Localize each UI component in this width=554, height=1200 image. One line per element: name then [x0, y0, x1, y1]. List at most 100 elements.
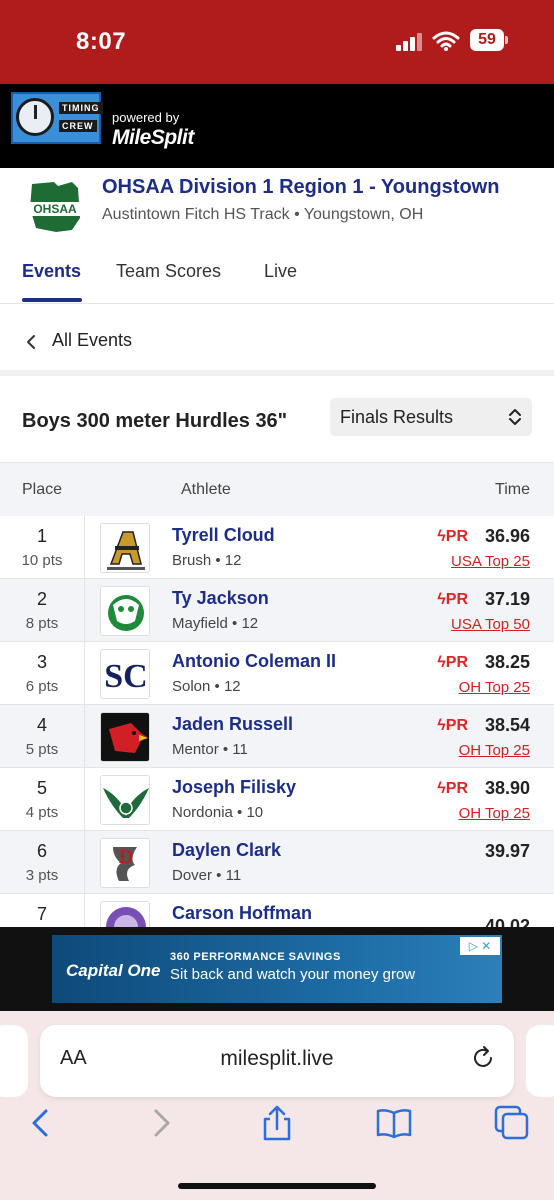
- milesplit-logo[interactable]: MileSplit: [112, 126, 194, 150]
- divider: [84, 894, 85, 927]
- table-row[interactable]: 6 3 pts D Daylen Clark Dover • 11 39.97: [0, 831, 554, 894]
- bookmarks-icon[interactable]: [374, 1103, 414, 1143]
- header-place: Place: [22, 481, 63, 498]
- divider: [84, 768, 85, 831]
- pr-badge: ϟPR: [437, 528, 468, 545]
- athlete-school: Dover • 11: [172, 867, 242, 884]
- url-text: milesplit.live: [220, 1047, 334, 1070]
- powered-by-label: powered by: [112, 110, 180, 125]
- home-indicator: [178, 1183, 376, 1189]
- athlete-name[interactable]: Ty Jackson: [172, 588, 269, 609]
- team-logo-mentor: [100, 712, 150, 762]
- place: 5: [36, 778, 47, 798]
- chevron-left-icon: [27, 335, 35, 349]
- tab-events[interactable]: Events: [22, 261, 81, 282]
- result-time: 40.02: [484, 916, 530, 927]
- forward-icon[interactable]: [140, 1103, 180, 1143]
- athlete-school: Mentor • 11: [172, 741, 248, 758]
- athlete-school: Solon • 12: [172, 678, 241, 695]
- divider: [84, 642, 85, 705]
- battery-tip: [505, 36, 508, 44]
- result-time: 38.25: [484, 652, 530, 672]
- divider: [84, 516, 85, 579]
- ranking-link[interactable]: OH Top 25: [459, 679, 530, 696]
- tab-live[interactable]: Live: [264, 261, 297, 282]
- timing-crew-logo: TIMING CREW: [11, 92, 103, 144]
- place: 1: [36, 526, 47, 546]
- result-time: 37.19: [484, 589, 530, 609]
- points: 4 pts: [25, 804, 59, 821]
- table-row[interactable]: 2 8 pts Ty Jackson Mayfield • 12 ϟPR 37.…: [0, 579, 554, 642]
- status-bar: 8:07 59: [0, 0, 554, 84]
- pr-badge: ϟPR: [437, 780, 468, 797]
- athlete-school: Brush • 12: [172, 552, 242, 569]
- points: 6 pts: [25, 678, 59, 695]
- place: 2: [36, 589, 47, 609]
- table-row[interactable]: 7 Carson Hoffman 40.02: [0, 894, 554, 927]
- athlete-name[interactable]: Carson Hoffman: [172, 903, 312, 924]
- wifi-icon: [432, 31, 460, 51]
- athlete-name[interactable]: Joseph Filisky: [172, 777, 296, 798]
- tab-team-scores[interactable]: Team Scores: [116, 261, 221, 282]
- place: 4: [36, 715, 47, 735]
- table-row[interactable]: 1 10 pts Tyrell Cloud Brush • 12 ϟPR 36.…: [0, 516, 554, 579]
- athlete-school: Nordonia • 10: [172, 804, 264, 821]
- pr-badge: ϟPR: [437, 654, 468, 671]
- ad-close-icon[interactable]: ▷ ✕: [460, 937, 500, 955]
- back-icon[interactable]: [22, 1103, 62, 1143]
- pr-badge: ϟPR: [437, 591, 468, 608]
- team-logo-solon: SC: [100, 649, 150, 699]
- athlete-name[interactable]: Tyrell Cloud: [172, 525, 275, 546]
- ranking-link[interactable]: OH Top 25: [459, 742, 530, 759]
- ohsaa-logo-text: OHSAA: [33, 202, 77, 216]
- address-bar[interactable]: AA milesplit.live: [40, 1025, 514, 1097]
- athlete-name[interactable]: Antonio Coleman II: [172, 651, 336, 672]
- divider: [84, 705, 85, 768]
- ohsaa-logo: OHSAA: [26, 182, 84, 232]
- all-events-link[interactable]: All Events: [0, 304, 554, 376]
- team-logo-nordonia: [100, 775, 150, 825]
- athlete-name[interactable]: Daylen Clark: [172, 840, 281, 861]
- team-logo-brush: [100, 523, 150, 573]
- previous-tab-peek[interactable]: [0, 1025, 28, 1097]
- svg-text:SC: SC: [104, 658, 147, 695]
- points: 10 pts: [21, 552, 63, 569]
- next-tab-peek[interactable]: [526, 1025, 554, 1097]
- team-logo-other: [100, 901, 150, 927]
- place: 3: [36, 652, 47, 672]
- table-row[interactable]: 3 6 pts SC Antonio Coleman II Solon • 12…: [0, 642, 554, 705]
- ad-headline: 360 PERFORMANCE SAVINGS: [170, 951, 341, 963]
- points: 3 pts: [25, 867, 59, 884]
- result-time: 36.96: [484, 526, 530, 546]
- table-row[interactable]: 5 4 pts Joseph Filisky Nordonia • 10 ϟPR…: [0, 768, 554, 831]
- meet-header: OHSAA OHSAA Division 1 Region 1 - Youngs…: [0, 168, 554, 242]
- reload-icon[interactable]: [470, 1045, 496, 1071]
- battery-icon: 59: [470, 29, 504, 51]
- sponsor-header[interactable]: TIMING CREW: [0, 84, 554, 168]
- place: 7: [36, 904, 47, 924]
- table-row[interactable]: 4 5 pts Jaden Russell Mentor • 11 ϟPR 38…: [0, 705, 554, 768]
- meet-title[interactable]: OHSAA Division 1 Region 1 - Youngstown: [102, 176, 499, 199]
- svg-text:D: D: [119, 846, 133, 868]
- points: 8 pts: [25, 615, 59, 632]
- event-header: Boys 300 meter Hurdles 36" Finals Result…: [0, 382, 554, 462]
- tabs-icon[interactable]: [492, 1103, 532, 1143]
- active-tab-indicator: [22, 298, 82, 302]
- share-icon[interactable]: [257, 1103, 297, 1143]
- ad-banner[interactable]: Capital One 360 PERFORMANCE SAVINGS Sit …: [0, 927, 554, 1011]
- results-table-header: Place Athlete Time: [0, 462, 554, 516]
- ranking-link[interactable]: OH Top 25: [459, 805, 530, 822]
- stopwatch-icon: [16, 98, 54, 136]
- cellular-signal-icon: [396, 33, 424, 51]
- select-arrows-icon: [509, 409, 521, 425]
- points: 5 pts: [25, 741, 59, 758]
- ad-creative[interactable]: Capital One 360 PERFORMANCE SAVINGS Sit …: [52, 935, 502, 1003]
- athlete-name[interactable]: Jaden Russell: [172, 714, 293, 735]
- place: 6: [36, 841, 47, 861]
- ranking-link[interactable]: USA Top 50: [451, 616, 530, 633]
- browser-toolbar: AA milesplit.live: [0, 1011, 554, 1200]
- round-select[interactable]: Finals Results: [330, 398, 532, 436]
- athlete-school: Mayfield • 12: [172, 615, 259, 632]
- ad-tagline: Sit back and watch your money grow: [170, 966, 416, 983]
- ranking-link[interactable]: USA Top 25: [451, 553, 530, 570]
